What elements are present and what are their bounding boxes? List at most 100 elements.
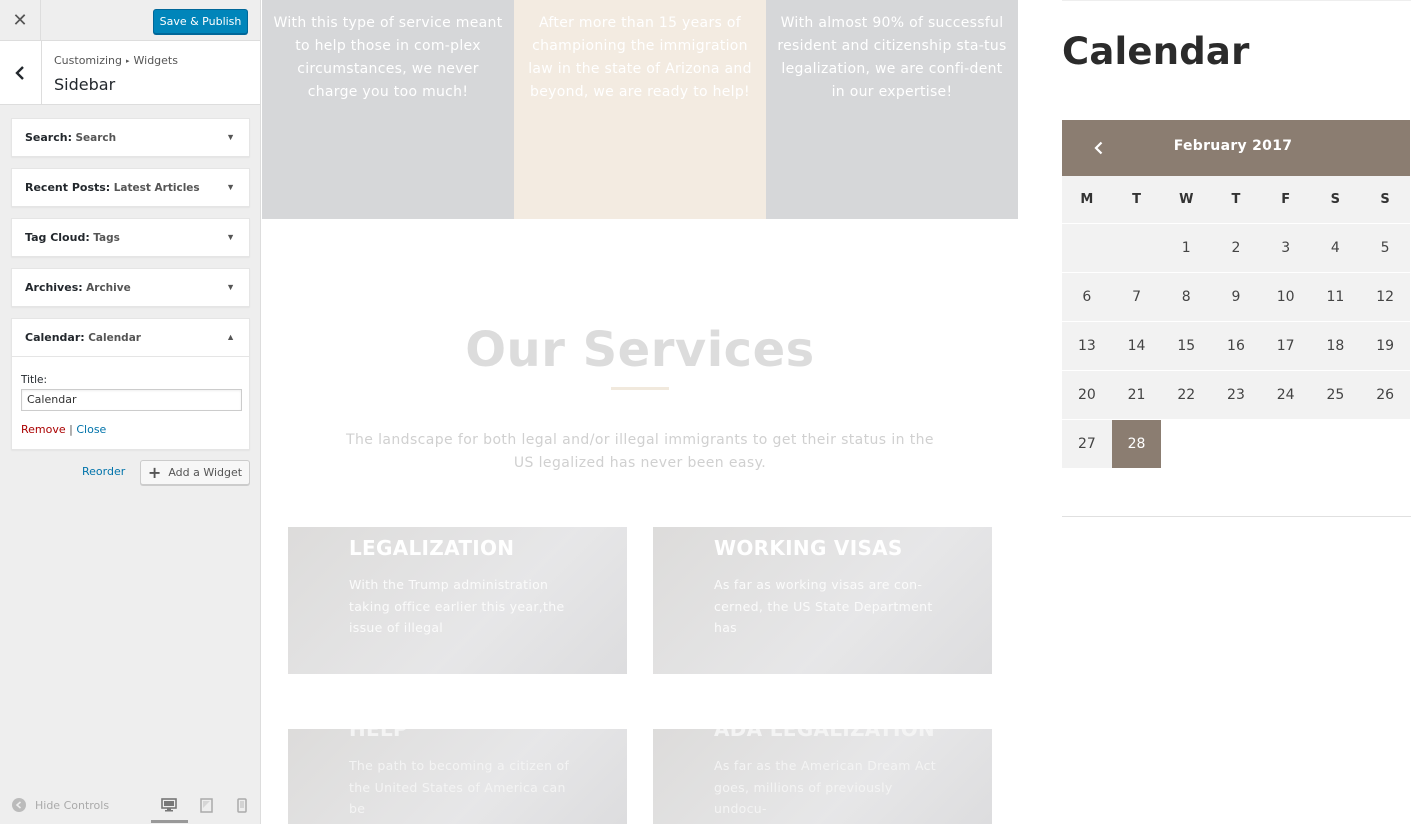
- title-field[interactable]: Calendar: [21, 389, 242, 411]
- calendar-body: 1 2 3 4 5 6 7 8 9 10 11 12 13 14 15 16 17 18 19 20 21 22 23 24 2…: [1062, 222, 1410, 468]
- calendar-day: 12: [1360, 271, 1410, 321]
- customizer-panel: ✕ Save & Publish Customizing ▸ Widgets Sid…: [0, 0, 261, 824]
- weekday-row: MTWTFSS: [1062, 176, 1410, 223]
- calendar-day: 26: [1360, 369, 1410, 419]
- right-sidebar: Calendar February 2017 MTWTFSS 123456789…: [1062, 0, 1411, 824]
- desktop-icon: [161, 798, 177, 812]
- widget-calendar-header[interactable]: Calendar: Calendar ▲: [12, 319, 249, 357]
- service-card-text: With the Trump administration taking off…: [349, 577, 565, 635]
- calendar-day: 11: [1310, 271, 1361, 321]
- service-card-title: ADA LEGALIZATION: [714, 729, 936, 741]
- breadcrumb-separator-icon: ▸: [125, 57, 130, 65]
- divider: [1062, 0, 1411, 1]
- desktop-preview-button[interactable]: [160, 797, 178, 813]
- save-publish-button[interactable]: Save & Publish: [153, 9, 248, 34]
- widget-actions: Remove | Close: [21, 423, 106, 436]
- widget-title: Tags: [93, 232, 120, 244]
- collapse-arrow-icon[interactable]: ▲: [226, 332, 235, 342]
- close-link[interactable]: Close: [76, 423, 106, 436]
- service-card[interactable]: ADA LEGALIZATION As far as the American …: [653, 729, 992, 824]
- widget-tag-cloud[interactable]: Tag Cloud: Tags ▼: [11, 218, 250, 257]
- calendar-week: 20 21 22 23 24 25 26: [1062, 369, 1410, 419]
- service-card-title: WORKING VISAS: [714, 536, 903, 560]
- breadcrumb: Customizing ▸ Widgets: [54, 54, 178, 67]
- add-widget-button[interactable]: + Add a Widget: [140, 460, 250, 485]
- weekday-header: S: [1310, 176, 1361, 223]
- calendar-month: February 2017: [1173, 138, 1293, 154]
- weekday-header: W: [1161, 176, 1212, 223]
- calendar-day: 9: [1211, 271, 1261, 321]
- weekday-header: M: [1062, 176, 1112, 223]
- calendar-day: 22: [1161, 369, 1212, 419]
- expand-arrow-icon[interactable]: ▼: [226, 182, 235, 192]
- calendar-day: 21: [1111, 369, 1162, 419]
- widget-calendar-label: Calendar: Calendar: [25, 331, 141, 344]
- breadcrumb-widgets: Widgets: [133, 54, 178, 67]
- hide-controls-label: Hide Controls: [35, 798, 110, 812]
- calendar-week: 27 28: [1062, 418, 1410, 468]
- close-icon: ✕: [12, 10, 28, 30]
- tablet-preview-button[interactable]: [197, 797, 215, 813]
- service-card-text: The path to becoming a citizen of the Un…: [349, 758, 570, 816]
- calendar-week: 6 7 8 9 10 11 12: [1062, 271, 1410, 321]
- remove-link[interactable]: Remove: [21, 423, 66, 436]
- calendar-week: 13 14 15 16 17 18 19: [1062, 320, 1410, 370]
- breadcrumb-customizing: Customizing: [54, 54, 122, 67]
- calendar-day: 3: [1260, 222, 1311, 272]
- feature-column: After more than 15 years of championing …: [514, 0, 766, 219]
- expand-arrow-icon[interactable]: ▼: [226, 132, 235, 142]
- calendar-day: 10: [1260, 271, 1311, 321]
- service-card-text: As far as working visas are con-cerned, …: [714, 577, 933, 635]
- service-card-text: As far as the American Dream Act goes, m…: [714, 758, 936, 816]
- calendar-today: 28: [1111, 418, 1162, 468]
- hide-controls-button[interactable]: Hide Controls: [12, 798, 109, 812]
- calendar-day: 2: [1211, 222, 1261, 272]
- title-field-label: Title:: [21, 374, 48, 386]
- calendar-day: 16: [1211, 320, 1261, 370]
- expand-arrow-icon[interactable]: ▼: [226, 232, 235, 242]
- section-header: Customizing ▸ Widgets Sidebar: [0, 41, 260, 105]
- reorder-link[interactable]: Reorder: [82, 465, 125, 478]
- calendar-day: 4: [1310, 222, 1361, 272]
- services-description: The landscape for both legal and/or ille…: [346, 432, 934, 471]
- calendar-day: 23: [1211, 369, 1261, 419]
- calendar-day: 27: [1062, 418, 1112, 468]
- customizer-footer: Hide Controls: [0, 786, 260, 824]
- expand-arrow-icon[interactable]: ▼: [226, 282, 235, 292]
- service-card[interactable]: HELP The path to becoming a citizen of t…: [288, 729, 627, 824]
- widget-archives[interactable]: Archives: Archive ▼: [11, 268, 250, 307]
- calendar-day: 17: [1260, 320, 1311, 370]
- weekday-header: S: [1360, 176, 1410, 223]
- section-title: Sidebar: [54, 75, 116, 94]
- widget-archives-label: Archives: Archive: [25, 281, 131, 294]
- service-card[interactable]: WORKING VISAS As far as working visas ar…: [653, 527, 992, 674]
- back-button[interactable]: [0, 41, 42, 104]
- widget-tag-cloud-label: Tag Cloud: Tags: [25, 231, 120, 244]
- feature-column: With almost 90% of successful resident a…: [766, 0, 1018, 219]
- calendar-empty-cell: [1360, 418, 1410, 468]
- widget-title: Latest Articles: [113, 182, 200, 194]
- calendar-day: 19: [1360, 320, 1410, 370]
- calendar-empty-cell: [1111, 222, 1162, 272]
- collapse-icon: [12, 798, 26, 812]
- feature-text: With almost 90% of successful resident a…: [777, 15, 1007, 100]
- active-device-indicator: [151, 820, 188, 823]
- calendar-day: 14: [1111, 320, 1162, 370]
- widget-title: Archive: [86, 282, 131, 294]
- calendar-grid: MTWTFSS 1 2 3 4 5 6 7 8 9 10 11 12 13 14 15 16 17 18 19 20 2…: [1062, 176, 1410, 468]
- mobile-preview-button[interactable]: [233, 797, 251, 813]
- widget-type: Archives:: [25, 281, 83, 294]
- divider: [1062, 516, 1411, 517]
- weekday-header: F: [1260, 176, 1311, 223]
- widget-search[interactable]: Search: Search ▼: [11, 118, 250, 157]
- calendar-empty-cell: [1310, 418, 1361, 468]
- close-customizer-button[interactable]: ✕: [0, 0, 41, 41]
- service-card[interactable]: LEGALIZATION With the Trump administrati…: [288, 527, 627, 674]
- weekday-header: T: [1111, 176, 1162, 223]
- calendar-day: 25: [1310, 369, 1361, 419]
- widget-recent-posts[interactable]: Recent Posts: Latest Articles ▼: [11, 168, 250, 207]
- feature-column: With this type of service meant to help …: [262, 0, 514, 219]
- calendar-day: 18: [1310, 320, 1361, 370]
- tablet-icon: [199, 797, 213, 813]
- calendar-day: 15: [1161, 320, 1212, 370]
